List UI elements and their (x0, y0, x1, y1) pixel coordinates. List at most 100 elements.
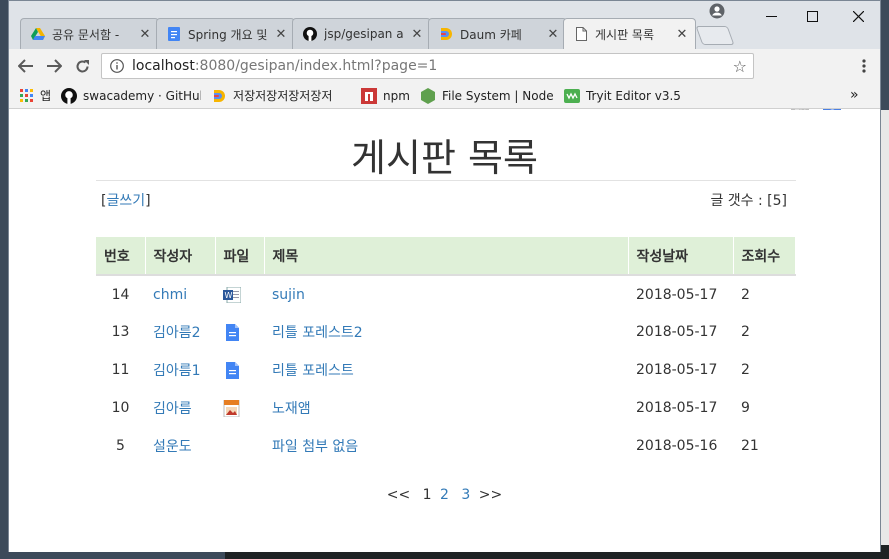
info-icon[interactable] (110, 59, 124, 73)
forward-arrow-icon[interactable] (40, 52, 68, 80)
bookmarks-overflow-icon[interactable]: » (850, 87, 859, 103)
row-title[interactable]: 파일 첨부 없음 (272, 439, 358, 455)
bookmark-nodejs[interactable]: File System | Node.js (420, 87, 554, 104)
page-link-current[interactable]: 1 (423, 487, 432, 503)
row-views: 21 (741, 438, 759, 454)
bookmark-label: npm (383, 88, 410, 103)
column-header-file: 파일 (215, 237, 265, 276)
apps-grid-icon (18, 88, 34, 104)
row-title[interactable]: 리틀 포레스트2 (272, 325, 363, 341)
pagination-next[interactable]: >> (479, 487, 502, 503)
row-date: 2018-05-17 (636, 400, 718, 416)
row-date: 2018-05-17 (636, 324, 718, 340)
row-author[interactable]: chmi (153, 287, 187, 303)
bookmark-label: 저장저장저장저장저 (233, 89, 333, 103)
row-author[interactable]: 설운도 (153, 439, 192, 455)
row-title[interactable]: 리틀 포레스트 (272, 363, 354, 379)
browser-toolbar: localhost:8080/gesipan/index.html?page=1… (9, 49, 880, 122)
row-number: 5 (116, 438, 125, 454)
image-file-icon[interactable] (223, 399, 241, 417)
close-icon[interactable]: ✕ (274, 27, 288, 42)
tab-board-list[interactable]: 게시판 목록 ✕ (563, 18, 696, 49)
bookmark-star-icon[interactable]: ☆ (733, 57, 747, 76)
bracket-close: ] (145, 193, 151, 209)
table-row: 14 chmi W sujin 2018-05-17 2 (96, 275, 796, 313)
maximize-icon[interactable] (789, 1, 835, 31)
close-icon[interactable]: ✕ (675, 27, 689, 42)
row-title[interactable]: 노재앰 (272, 401, 311, 417)
row-number: 14 (111, 286, 130, 303)
table-row: 10 김아름 노재앰 2018-05-17 9 (96, 389, 796, 427)
bookmark-label: swacademy · GitHub (83, 88, 202, 103)
doc-file-icon[interactable] (223, 323, 241, 341)
pagination-prev[interactable]: << (387, 487, 410, 503)
npm-icon (361, 87, 378, 104)
row-author[interactable]: 김아름2 (153, 325, 201, 341)
url-host: localhost (132, 58, 195, 74)
tab-title: jsp/gesipan a (324, 27, 404, 41)
row-date: 2018-05-17 (636, 362, 718, 378)
page-content: 게시판 목록 [글쓰기] 글 갯수 : [5] 번호 작성자 파일 제목 작성날… (9, 110, 880, 552)
close-icon[interactable]: ✕ (138, 27, 152, 42)
svg-text:W: W (225, 291, 233, 300)
bookmark-label: File System | Node.js (441, 88, 554, 103)
address-bar[interactable]: localhost:8080/gesipan/index.html?page=1… (101, 53, 754, 79)
close-icon[interactable]: ✕ (546, 27, 560, 42)
pagination: << 1 2 3 >> (9, 487, 880, 503)
bookmark-npm[interactable]: npm (361, 87, 410, 104)
google-drive-icon (31, 27, 45, 41)
row-number: 13 (111, 324, 130, 340)
tab-title: 공유 문서함 - (52, 27, 120, 42)
row-number: 11 (111, 362, 130, 378)
close-icon[interactable]: ✕ (410, 27, 424, 42)
profile-icon[interactable] (708, 2, 726, 20)
bookmark-saved[interactable]: 저장저장저장저장저 (211, 87, 351, 104)
bookmark-apps[interactable]: 앱 (18, 87, 51, 104)
reload-icon[interactable] (68, 52, 96, 80)
bookmark-tryit[interactable]: Tryit Editor v3.5 (563, 88, 681, 104)
column-header-title: 제목 (264, 237, 629, 276)
tab-daum-cafe[interactable]: Daum 카페 ✕ (428, 18, 567, 49)
column-header-views: 조회수 (733, 237, 796, 276)
nodejs-icon (420, 87, 436, 104)
column-header-number: 번호 (96, 237, 146, 276)
bookmarks-bar: 앱 swacademy · GitHub 저장저장저장저장저 npm File … (9, 83, 880, 109)
row-author[interactable]: 김아름 (153, 401, 192, 417)
page-icon (574, 27, 588, 41)
w3schools-icon (563, 88, 580, 104)
write-post-link[interactable]: 글쓰기 (106, 193, 145, 209)
page-link[interactable]: 2 (440, 487, 449, 503)
tab-title: Spring 개요 및 (188, 27, 268, 42)
page-title: 게시판 목록 (351, 136, 538, 180)
table-row: 11 김아름1 리틀 포레스트 2018-05-17 2 (96, 351, 796, 389)
minimize-icon[interactable] (748, 1, 794, 31)
bookmark-label: Tryit Editor v3.5 (585, 88, 681, 103)
row-date: 2018-05-16 (636, 438, 718, 454)
bookmark-swacademy[interactable]: swacademy · GitHub (61, 87, 202, 104)
table-row: 13 김아름2 리틀 포레스트2 2018-05-17 2 (96, 313, 796, 351)
window-close-icon[interactable] (835, 1, 881, 31)
google-docs-icon (167, 27, 181, 41)
tab-spring[interactable]: Spring 개요 및 ✕ (156, 18, 295, 49)
tab-title: 게시판 목록 (595, 27, 655, 42)
row-author[interactable]: 김아름1 (153, 363, 201, 379)
desktop-window-edge (881, 110, 889, 559)
page-link[interactable]: 3 (461, 487, 470, 503)
column-header-author: 작성자 (145, 237, 216, 276)
table-row: 5 설운도 파일 첨부 없음 2018-05-16 21 (96, 427, 796, 465)
url-path: :8080/gesipan/index.html?page=1 (194, 58, 438, 74)
tab-github[interactable]: jsp/gesipan a ✕ (292, 18, 431, 49)
back-arrow-icon[interactable] (12, 52, 40, 80)
row-date: 2018-05-17 (636, 286, 718, 303)
word-file-icon[interactable]: W (223, 286, 241, 304)
table-header-row: 번호 작성자 파일 제목 작성날짜 조회수 (96, 237, 796, 276)
post-count: 글 갯수 : [5] (710, 193, 787, 209)
tab-shared-docs[interactable]: 공유 문서함 - ✕ (20, 18, 159, 49)
github-icon (61, 87, 78, 104)
menu-dots-icon[interactable] (850, 52, 878, 80)
row-title[interactable]: sujin (272, 287, 305, 303)
new-tab-button[interactable] (695, 26, 735, 45)
row-number: 10 (111, 400, 130, 416)
doc-file-icon[interactable] (223, 361, 241, 379)
row-views: 2 (741, 286, 750, 303)
